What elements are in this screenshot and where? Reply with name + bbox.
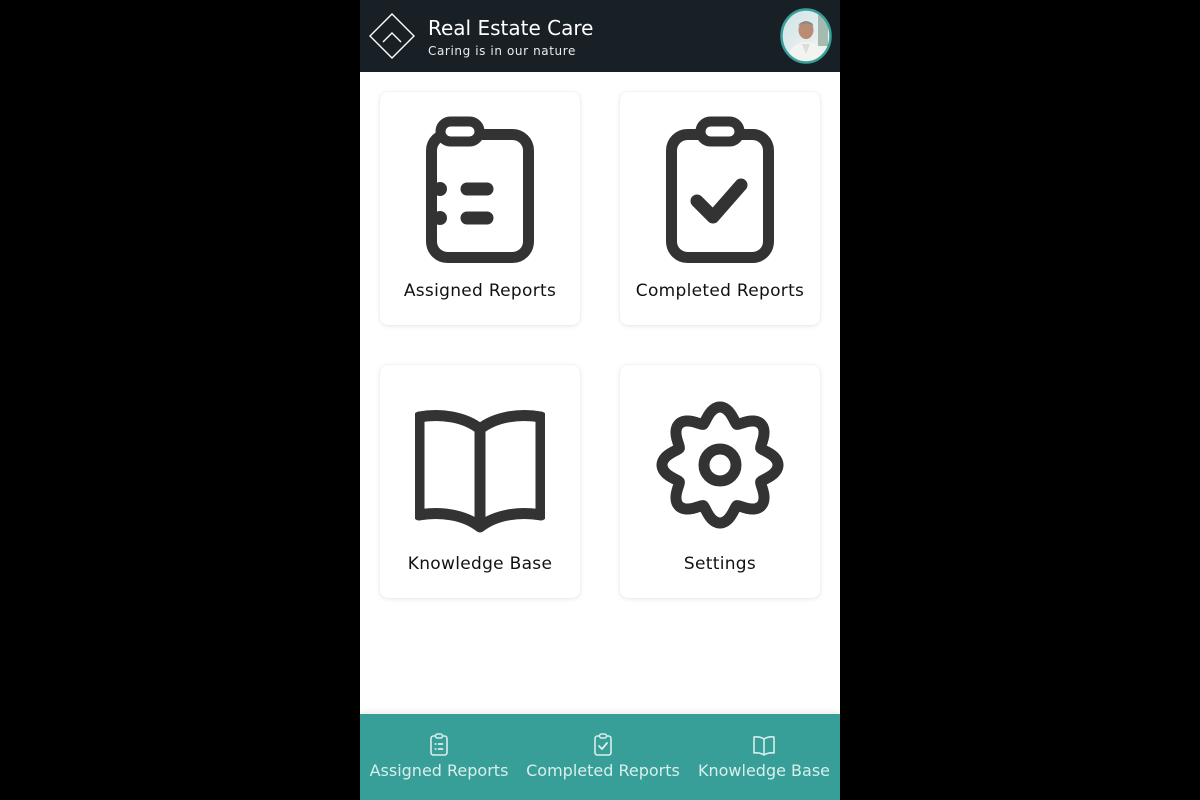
tile-label: Completed Reports: [635, 281, 805, 301]
nav-item-knowledge-base[interactable]: Knowledge Base: [694, 714, 834, 800]
app-header: Real Estate Care Caring is in our nature: [360, 0, 840, 72]
nav-label: Assigned Reports: [369, 761, 509, 780]
brand-tagline: Caring is in our nature: [428, 44, 577, 58]
tile-label: Knowledge Base: [407, 554, 553, 574]
tile-settings[interactable]: Settings: [620, 365, 820, 598]
app-screen: Real Estate Care Caring is in our nature: [360, 0, 840, 800]
tile-label: Settings: [683, 554, 757, 574]
tile-label: Assigned Reports: [403, 281, 557, 301]
diamond-house-logo-icon: [368, 12, 416, 60]
nav-item-completed-reports[interactable]: Completed Reports: [520, 714, 686, 800]
clipboard-check-icon: [655, 114, 785, 264]
tile-knowledge-base[interactable]: Knowledge Base: [380, 365, 580, 598]
nav-label: Knowledge Base: [698, 761, 830, 780]
bottom-nav: Assigned Reports Completed Reports Knowl…: [360, 714, 840, 800]
clipboard-list-icon: [426, 732, 452, 758]
clipboard-check-icon: [590, 732, 616, 758]
gear-icon: [655, 387, 785, 537]
user-avatar[interactable]: [780, 8, 832, 64]
brand-title: Real Estate Care: [428, 16, 594, 40]
book-open-icon: [413, 387, 547, 537]
tile-completed-reports[interactable]: Completed Reports: [620, 92, 820, 325]
nav-label: Completed Reports: [526, 761, 680, 780]
tile-assigned-reports[interactable]: Assigned Reports: [380, 92, 580, 325]
book-open-icon: [751, 732, 777, 758]
nav-item-assigned-reports[interactable]: Assigned Reports: [360, 714, 518, 800]
clipboard-list-icon: [415, 114, 545, 264]
